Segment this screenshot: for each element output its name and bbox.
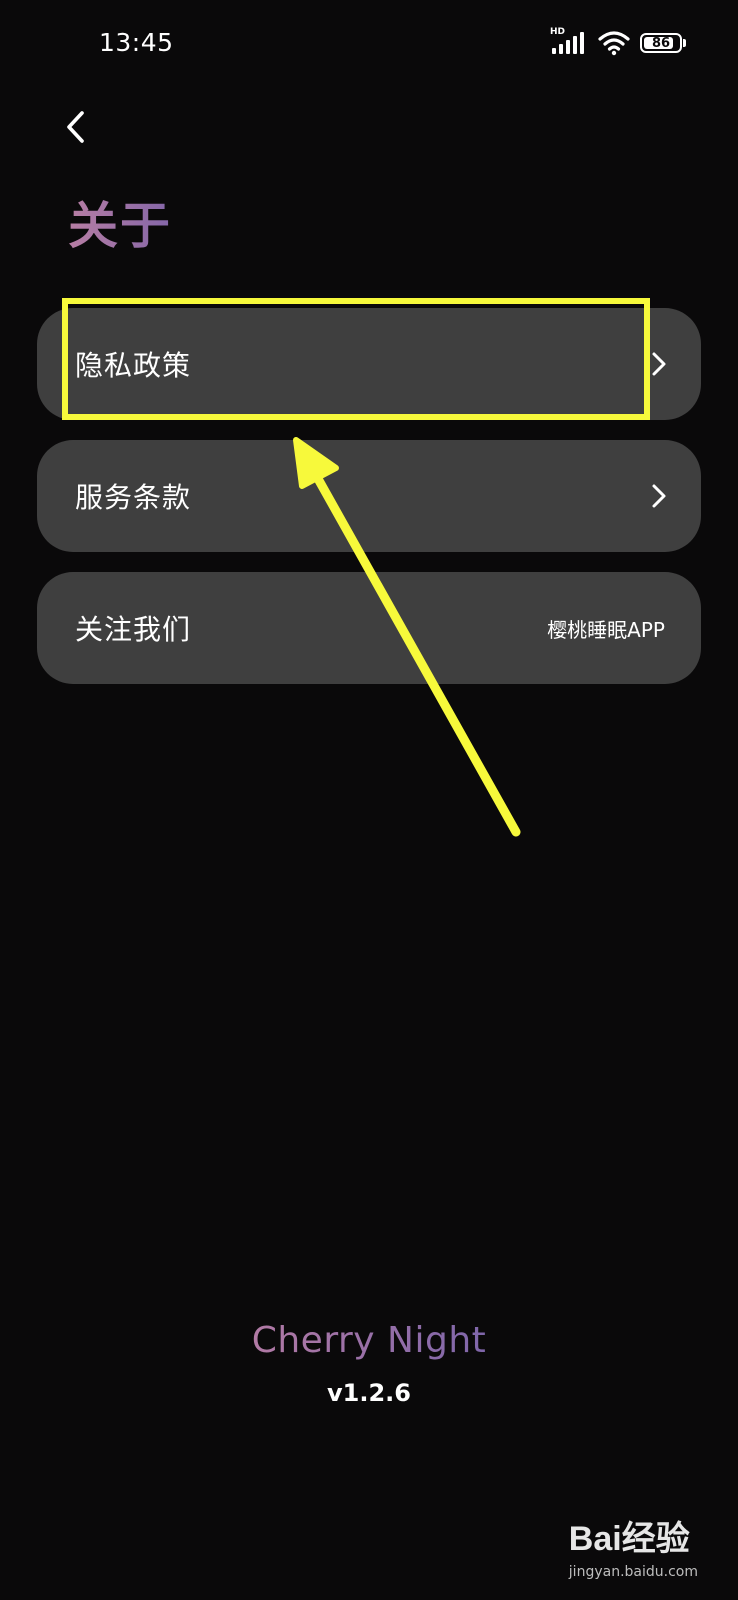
wifi-icon [598, 31, 630, 56]
settings-menu: 隐私政策 服务条款 关注我们 樱桃睡眠APP [37, 308, 701, 704]
app-info: Cherry Night v1.2.6 [0, 1320, 738, 1407]
watermark-logo: Bai经验 [569, 1511, 698, 1560]
app-name: Cherry Night [251, 1320, 487, 1361]
menu-item-follow-us[interactable]: 关注我们 樱桃睡眠APP [37, 572, 701, 684]
chevron-left-icon [67, 111, 84, 143]
status-bar: 13:45 HD 86 [0, 0, 738, 90]
menu-item-label: 隐私政策 [75, 349, 192, 382]
back-button[interactable] [50, 100, 100, 154]
chevron-right-icon [652, 352, 666, 376]
menu-item-label: 关注我们 [75, 613, 192, 646]
cellular-signal-icon: HD [550, 27, 588, 56]
battery-level: 86 [651, 35, 671, 51]
status-time: 13:45 [99, 28, 174, 57]
baidu-jingyan-watermark: Bai经验 jingyan.baidu.com [569, 1511, 698, 1580]
watermark-logo-text: Bai经验 [568, 1520, 690, 1558]
menu-item-value: 樱桃睡眠APP [547, 617, 665, 642]
battery-icon: 86 [640, 33, 682, 53]
status-icons: HD 86 [550, 27, 686, 58]
chevron-right-icon [652, 484, 666, 508]
watermark-url: jingyan.baidu.com [568, 1564, 698, 1580]
menu-item-label: 服务条款 [75, 481, 192, 514]
menu-item-privacy-policy[interactable]: 隐私政策 [37, 308, 701, 420]
page-title: 关于 [68, 186, 172, 258]
menu-item-terms-of-service[interactable]: 服务条款 [37, 440, 701, 552]
app-version: v1.2.6 [327, 1379, 411, 1407]
